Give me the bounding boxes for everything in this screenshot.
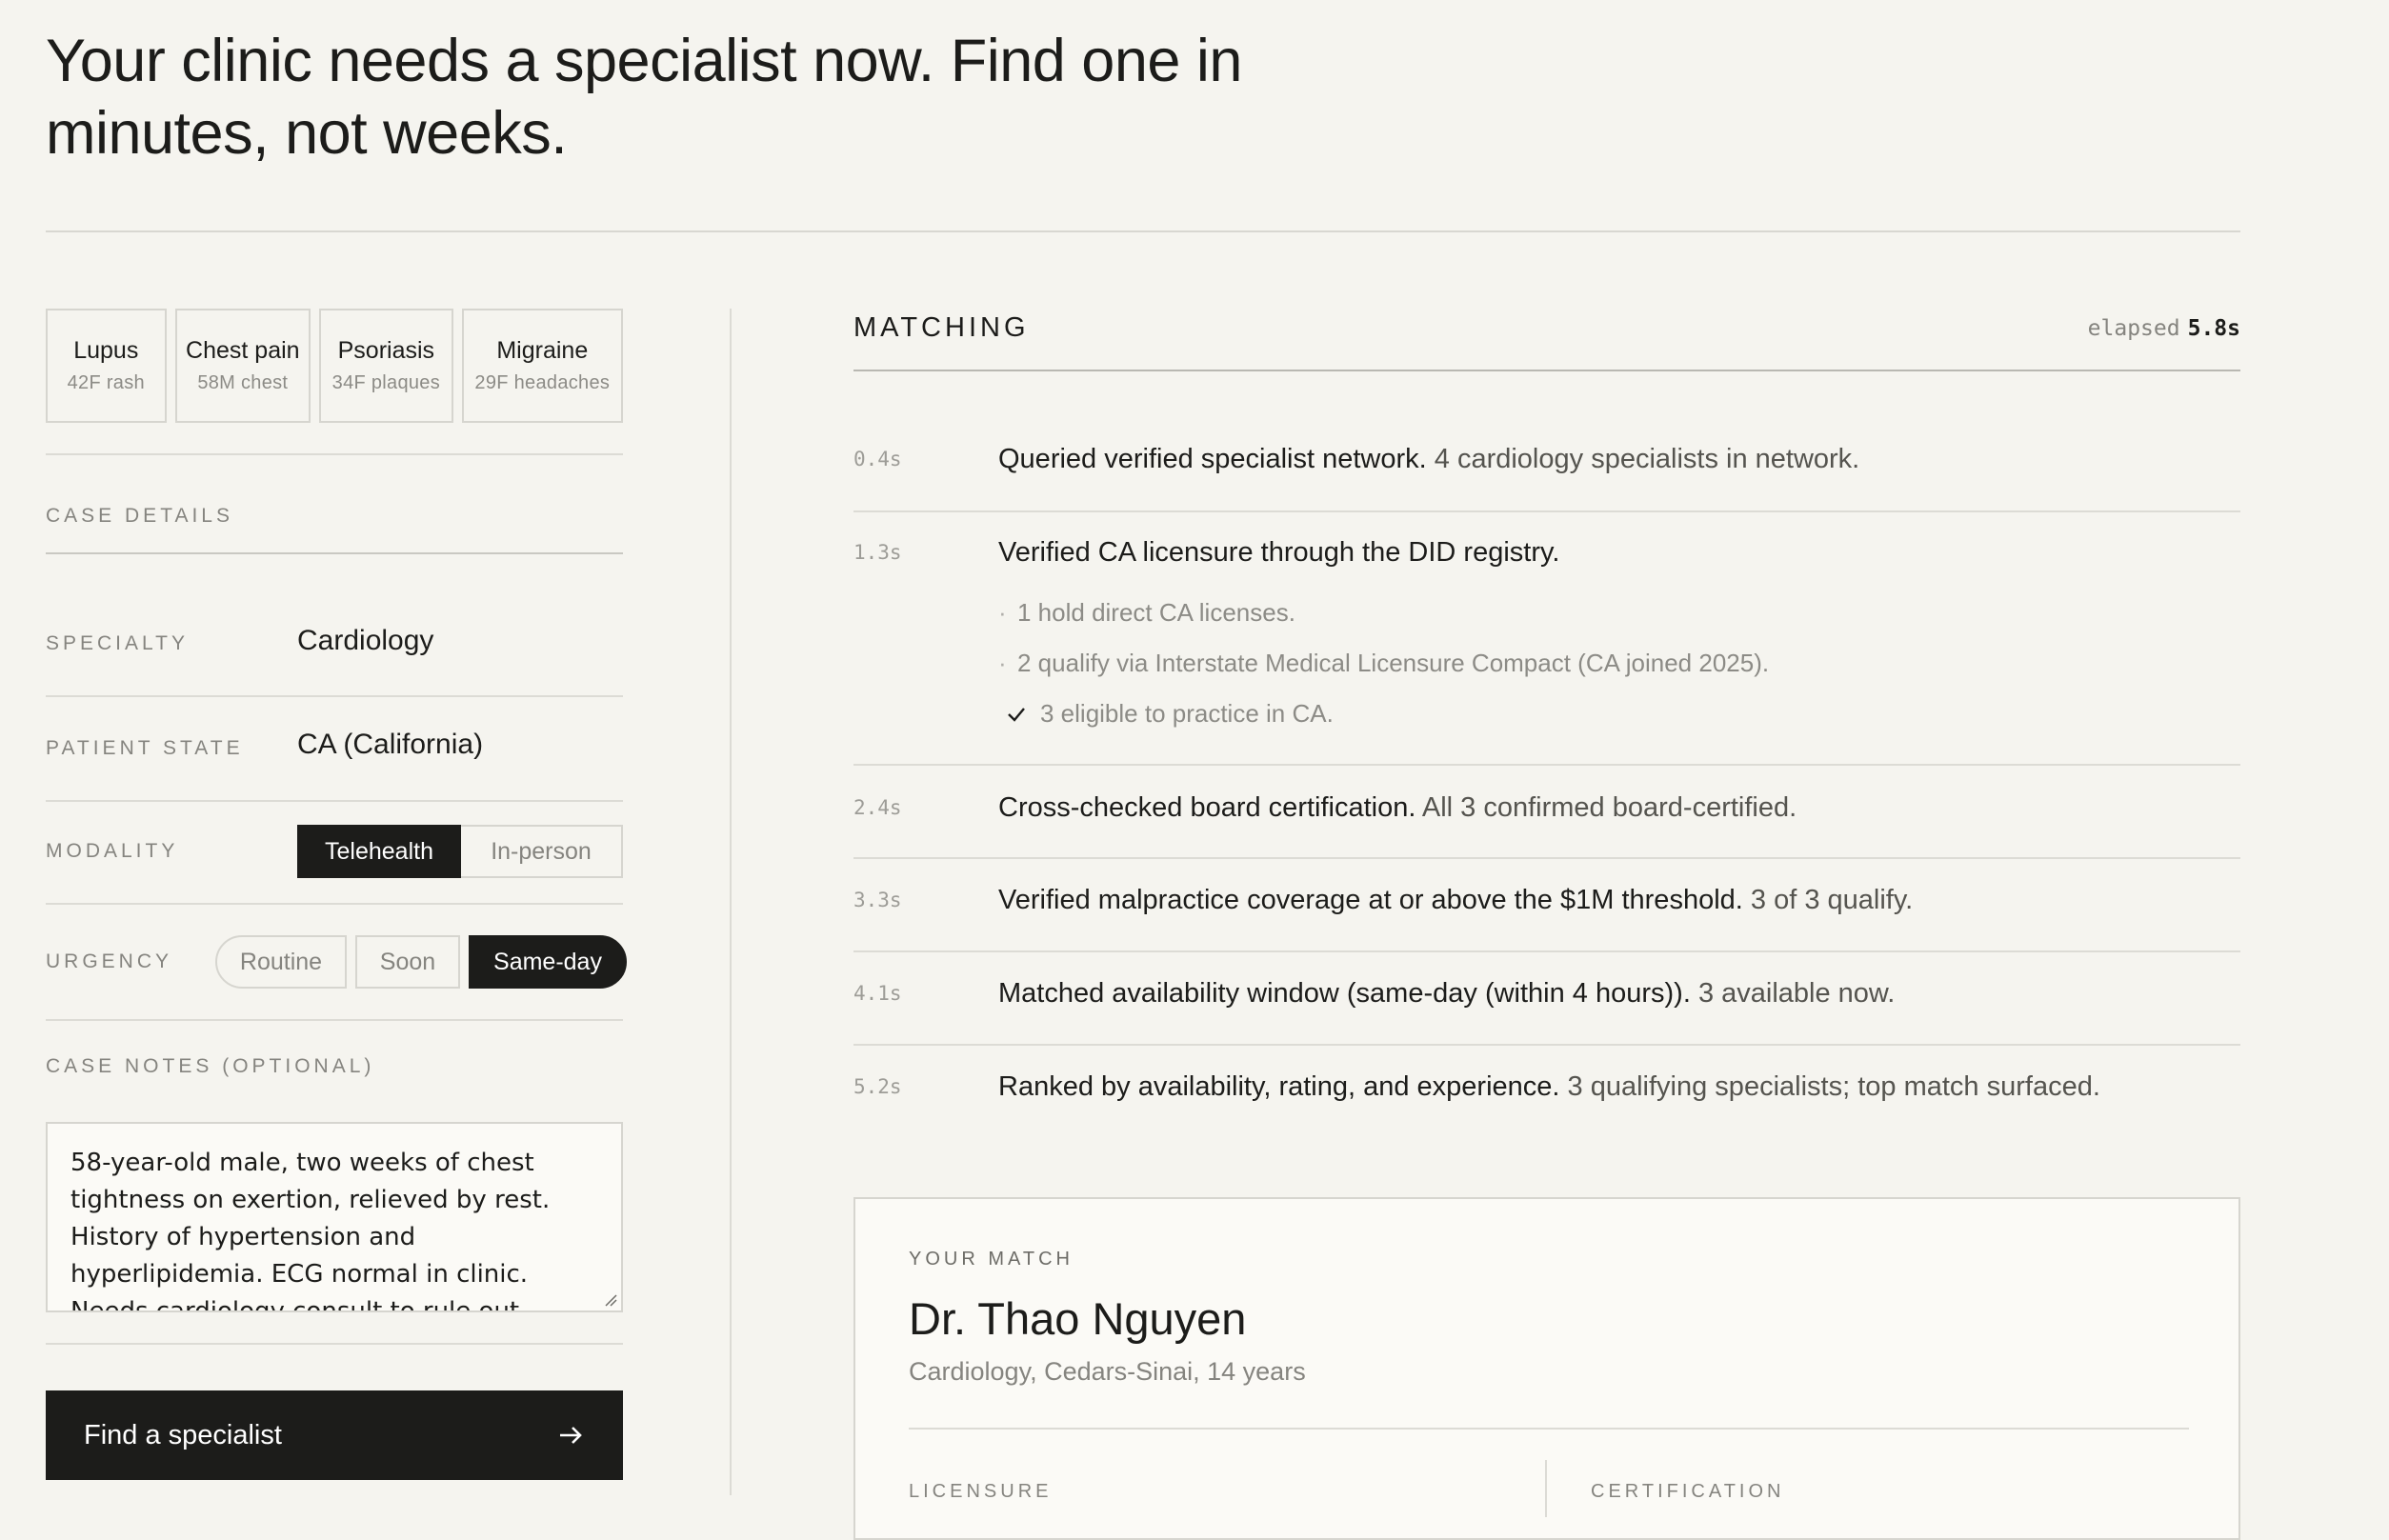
subitem-text: 1 hold direct CA licenses.: [1017, 598, 1295, 627]
preset-subtitle: 29F headaches: [474, 372, 611, 393]
divider: [46, 695, 623, 697]
specialty-value[interactable]: Cardiology: [297, 625, 433, 657]
doctor-name: Dr. Thao Nguyen: [909, 1293, 1247, 1344]
your-match-label: YOUR MATCH: [909, 1249, 1074, 1270]
step-time: 4.1s: [853, 982, 902, 1005]
column-divider: [1545, 1460, 1547, 1517]
modality-telehealth-button[interactable]: Telehealth: [297, 825, 461, 878]
preset-title: Chest pain: [186, 337, 300, 364]
preset-cases: Lupus 42F rash Chest pain 58M chest Psor…: [46, 309, 623, 423]
divider: [46, 552, 623, 554]
divider: [46, 800, 623, 802]
matching-divider: [853, 370, 2240, 371]
step-text: Ranked by availability, rating, and expe…: [998, 1071, 2100, 1103]
case-notes-label: CASE NOTES (OPTIONAL): [46, 1055, 375, 1077]
step-time: 1.3s: [853, 541, 902, 564]
urgency-same-day-button[interactable]: Same-day: [469, 935, 627, 989]
panel-divider: [730, 309, 732, 1495]
step-subitem: 3 eligible to practice in CA.: [1006, 699, 1334, 729]
elapsed-value: 5.8s: [2187, 316, 2240, 341]
page-headline: Your clinic needs a specialist now. Find…: [46, 28, 1242, 167]
urgency-toggle: Routine Soon Same-day: [215, 935, 627, 989]
find-specialist-label: Find a specialist: [84, 1419, 282, 1450]
preset-psoriasis[interactable]: Psoriasis 34F plaques: [319, 309, 453, 423]
divider: [853, 857, 2240, 859]
bullet-icon: ·: [998, 598, 1007, 627]
preset-subtitle: 58M chest: [197, 372, 289, 393]
step-strong: Ranked by availability, rating, and expe…: [998, 1071, 1560, 1102]
preset-chest-pain[interactable]: Chest pain 58M chest: [174, 309, 311, 423]
step-time: 2.4s: [853, 796, 902, 819]
match-card[interactable]: YOUR MATCH Dr. Thao Nguyen Cardiology, C…: [853, 1197, 2240, 1540]
subitem-text: 2 qualify via Interstate Medical Licensu…: [1017, 649, 1770, 677]
preset-lupus[interactable]: Lupus 42F rash: [46, 309, 167, 423]
case-notes-textarea[interactable]: 58-year-old male, two weeks of chest tig…: [46, 1122, 623, 1312]
licensure-label: LICENSURE: [909, 1481, 1053, 1502]
step-rest: All 3 confirmed board-certified.: [1415, 792, 1797, 823]
modality-in-person-button[interactable]: In-person: [461, 825, 623, 878]
patient-state-value[interactable]: CA (California): [297, 729, 483, 761]
urgency-label: URGENCY: [46, 950, 173, 972]
urgency-soon-button[interactable]: Soon: [355, 935, 460, 989]
step-time: 3.3s: [853, 889, 902, 911]
find-specialist-button[interactable]: Find a specialist: [46, 1390, 623, 1480]
step-subitem: · 2 qualify via Interstate Medical Licens…: [998, 649, 1769, 678]
case-details-heading: CASE DETAILS: [46, 505, 233, 527]
step-rest: 3 available now.: [1690, 978, 1896, 1009]
bullet-icon: ·: [998, 649, 1007, 677]
step-text: Queried verified specialist network. 4 c…: [998, 444, 1859, 475]
divider: [909, 1428, 2189, 1430]
divider: [853, 1044, 2240, 1046]
subitem-text: 3 eligible to practice in CA.: [1040, 699, 1334, 728]
step-time: 0.4s: [853, 448, 902, 470]
step-rest: 4 cardiology specialists in network.: [1426, 444, 1860, 474]
divider: [46, 1019, 623, 1021]
certification-label: CERTIFICATION: [1591, 1481, 1785, 1502]
step-rest: 3 qualifying specialists; top match surf…: [1559, 1071, 2100, 1102]
case-form: Lupus 42F rash Chest pain 58M chest Psor…: [46, 309, 627, 1480]
preset-title: Lupus: [73, 337, 139, 364]
step-text: Verified CA licensure through the DID re…: [998, 537, 1559, 569]
step-strong: Queried verified specialist network.: [998, 444, 1427, 474]
step-text: Verified malpractice coverage at or abov…: [998, 885, 1913, 916]
step-strong: Cross-checked board certification.: [998, 792, 1416, 823]
specialty-label: SPECIALTY: [46, 632, 189, 654]
divider: [46, 903, 623, 905]
step-text: Matched availability window (same-day (w…: [998, 978, 1895, 1010]
preset-title: Migraine: [496, 337, 589, 364]
step-strong: Verified CA licensure through the DID re…: [998, 537, 1560, 568]
step-rest: 3 of 3 qualify.: [1742, 885, 1914, 915]
divider: [853, 510, 2240, 512]
divider: [853, 764, 2240, 766]
step-text: Cross-checked board certification. All 3…: [998, 792, 1797, 824]
preset-title: Psoriasis: [337, 337, 435, 364]
elapsed-timer: elapsed 5.8s: [2088, 316, 2240, 341]
urgency-routine-button[interactable]: Routine: [215, 935, 347, 989]
check-icon: [1008, 708, 1025, 722]
modality-toggle: Telehealth In-person: [297, 825, 623, 878]
modality-label: MODALITY: [46, 840, 179, 862]
case-notes-text: 58-year-old male, two weeks of chest tig…: [70, 1149, 551, 1312]
header-divider: [46, 230, 2240, 232]
preset-subtitle: 34F plaques: [331, 372, 441, 393]
arrow-right-icon: [560, 1427, 582, 1444]
divider: [853, 950, 2240, 952]
step-time: 5.2s: [853, 1075, 902, 1098]
matching-heading: MATCHING: [853, 312, 1030, 343]
step-strong: Verified malpractice coverage at or abov…: [998, 885, 1743, 915]
resize-grip-icon[interactable]: [604, 1293, 617, 1307]
divider: [46, 1343, 623, 1345]
step-subitem: · 1 hold direct CA licenses.: [998, 598, 1295, 628]
patient-state-label: PATIENT STATE: [46, 737, 244, 759]
step-strong: Matched availability window (same-day (w…: [998, 978, 1691, 1009]
divider: [46, 453, 623, 455]
elapsed-label: elapsed: [2087, 316, 2180, 341]
preset-subtitle: 42F rash: [67, 372, 145, 393]
preset-migraine[interactable]: Migraine 29F headaches: [461, 309, 623, 423]
doctor-details: Cardiology, Cedars-Sinai, 14 years: [909, 1357, 1306, 1386]
